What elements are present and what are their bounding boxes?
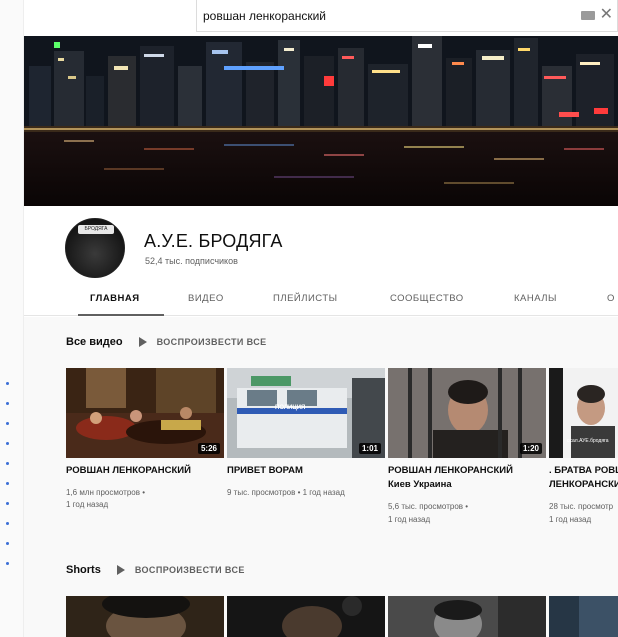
channel-avatar[interactable]: БРОДЯГА [65,218,125,278]
short-thumbnail[interactable] [227,596,385,637]
banner-skyline [24,36,618,206]
play-icon[interactable] [138,337,147,347]
video-views: 9 тыс. просмотров • 1 год назад [227,488,345,497]
sidebar-dot [6,562,9,565]
video-title[interactable]: РОВШАН ЛЕНКОРАНСКИЙ [66,464,191,478]
short-thumbnail[interactable] [66,596,224,637]
video-views: 5,6 тыс. просмотров • [388,502,469,511]
thumbnail-watermark: ссал.АУЕ.бродяга [567,438,609,444]
video-thumbnail[interactable]: ПОЛИЦИЯ 1:01 [227,368,385,458]
thumbnail-image [66,596,224,637]
short-thumbnail[interactable] [388,596,546,637]
section-all-videos: Все видео ВОСПРОИЗВЕСТИ ВСЕ [66,336,267,348]
tab-videos[interactable]: ВИДЕО [188,293,224,304]
video-age: 1 год назад [549,515,592,524]
tab-home[interactable]: ГЛАВНАЯ [90,293,140,304]
sidebar-dot [6,502,9,505]
sidebar-dot [6,462,9,465]
channel-tabs: ГЛАВНАЯ ВИДЕО ПЛЕЙЛИСТЫ СООБЩЕСТВО КАНАЛ… [24,284,618,316]
tab-channels[interactable]: КАНАЛЫ [514,293,557,304]
thumbnail-image [549,596,618,637]
play-all-button[interactable]: ВОСПРОИЗВЕСТИ ВСЕ [157,337,267,347]
thumbnail-image [227,596,385,637]
channel-name: А.У.Е. БРОДЯГА [144,231,283,251]
sidebar-dot [6,542,9,545]
close-icon[interactable]: ✕ [600,6,613,24]
video-duration: 1:20 [519,443,542,454]
video-title[interactable]: ПРИВЕТ ВОРАМ [227,464,303,478]
section-title: Shorts [66,564,101,576]
sidebar-dot [6,442,9,445]
short-thumbnail[interactable] [549,596,618,637]
video-title[interactable]: . БРАТВА РОВШ [549,464,618,478]
video-duration: 5:26 [197,443,220,454]
video-age: 1 год назад [388,515,431,524]
sidebar-dot [6,522,9,525]
tab-community[interactable]: СООБЩЕСТВО [390,293,464,304]
video-thumbnail[interactable]: 1:20 [388,368,546,458]
thumbnail-image [549,368,618,458]
video-duration: 1:01 [358,443,381,454]
video-title-line2[interactable]: Киев Украина [388,478,452,492]
play-icon[interactable] [116,565,125,575]
sidebar-dot [6,382,9,385]
search-input[interactable]: ровшан ленкоранский ✕ [196,0,618,32]
section-title: Все видео [66,336,123,348]
tab-about[interactable]: О [607,293,615,304]
avatar-badge: БРОДЯГА [78,225,114,234]
sidebar-dot [6,482,9,485]
police-label: ПОЛИЦИЯ [275,405,306,411]
thumbnail-image [388,596,546,637]
channel-banner [24,36,618,206]
sidebar-dot [6,422,9,425]
video-age: 1 год назад [66,500,109,509]
search-query[interactable]: ровшан ленкоранский [203,9,326,23]
subscriber-count: 52,4 тыс. подписчиков [145,256,238,266]
video-title[interactable]: РОВШАН ЛЕНКОРАНСКИЙ [388,464,513,478]
play-all-button[interactable]: ВОСПРОИЗВЕСТИ ВСЕ [135,565,245,575]
video-title-line2[interactable]: ЛЕНКОРАНСКИ [549,478,618,492]
video-views: 28 тыс. просмотр [549,502,614,511]
sidebar-edge [0,0,24,637]
keyboard-icon[interactable] [581,11,595,20]
tab-playlists[interactable]: ПЛЕЙЛИСТЫ [273,293,338,304]
active-tab-indicator [78,314,164,316]
video-thumbnail[interactable]: 5:26 [66,368,224,458]
section-shorts: Shorts ВОСПРОИЗВЕСТИ ВСЕ [66,564,245,576]
sidebar-dot [6,402,9,405]
video-thumbnail[interactable]: ссал.АУЕ.бродяга [549,368,618,458]
